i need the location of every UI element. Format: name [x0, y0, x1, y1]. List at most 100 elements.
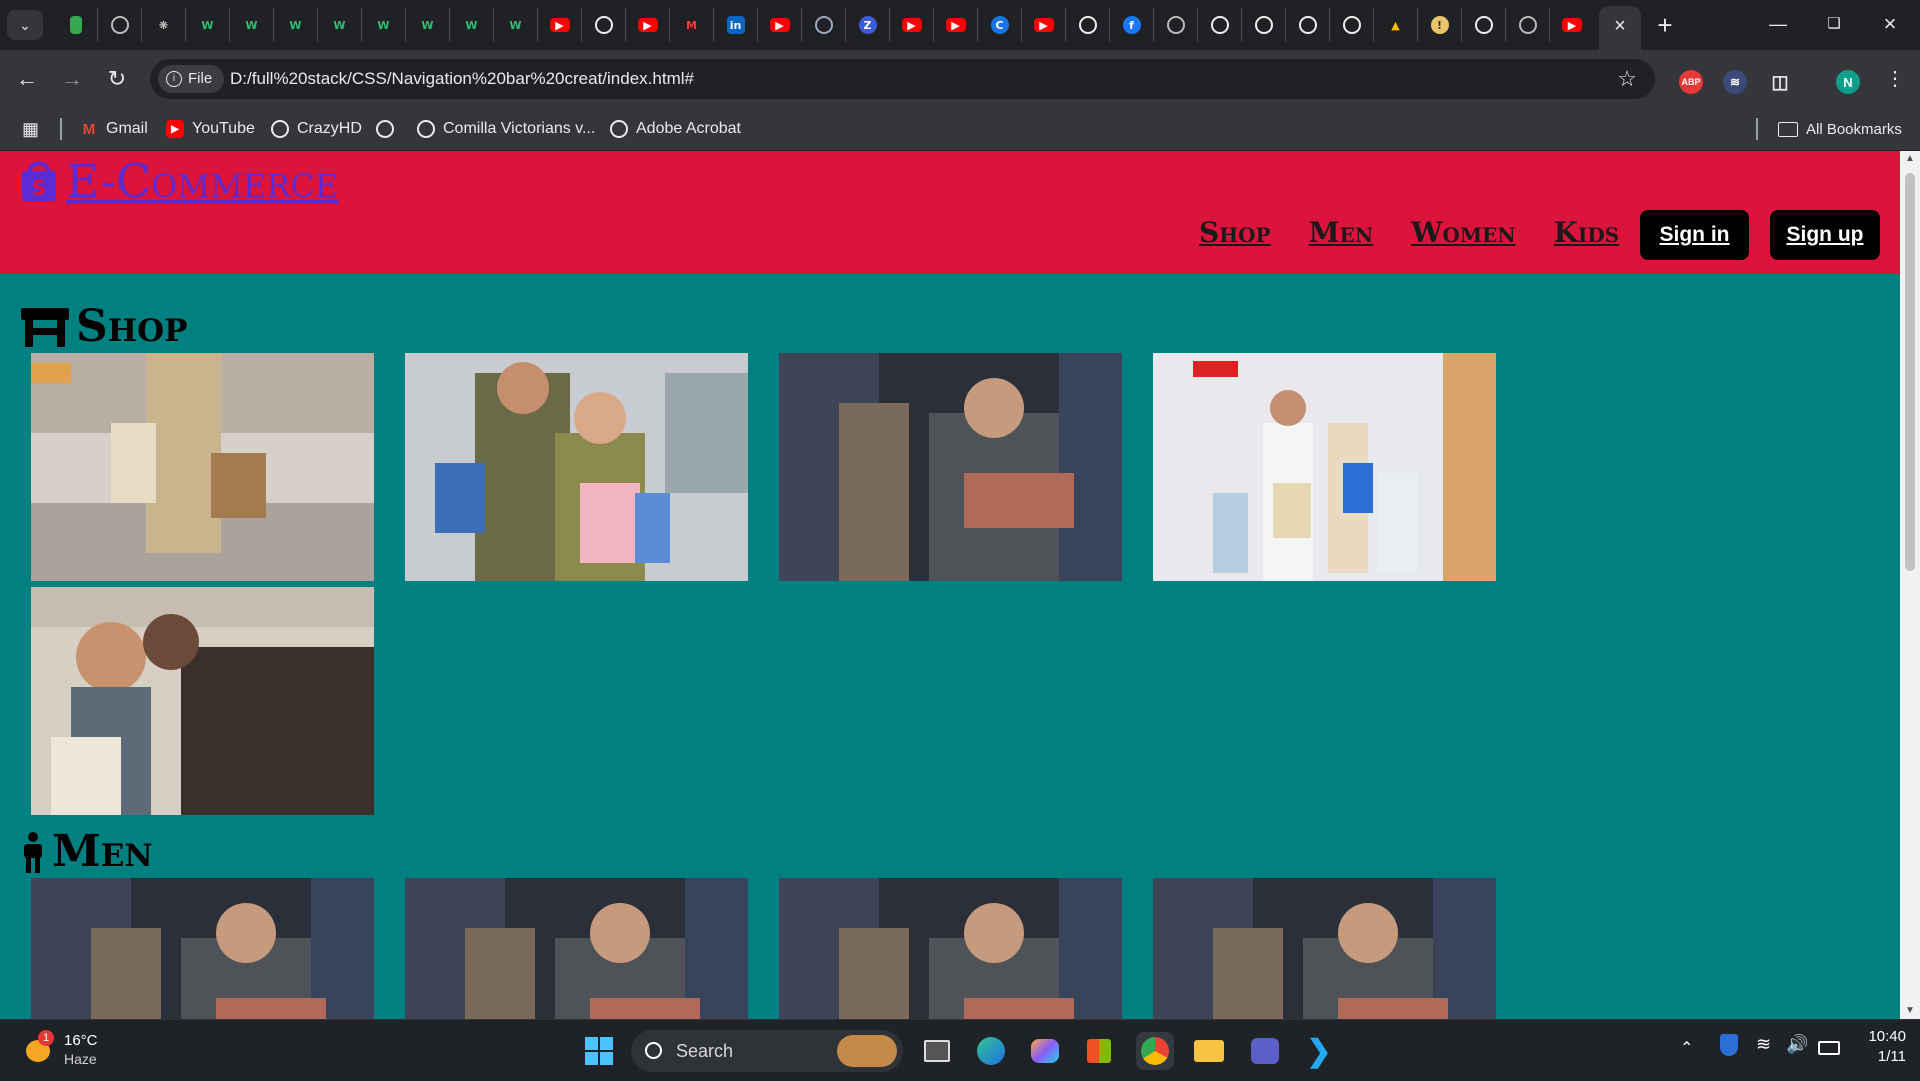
search-icon [645, 1042, 662, 1059]
tab-30[interactable] [1330, 8, 1374, 42]
active-tab-close-button[interactable]: × [1599, 6, 1641, 50]
back-button[interactable]: ← [12, 64, 42, 94]
bookmark-unnamed[interactable] [376, 108, 402, 150]
men-photo-1 [31, 878, 374, 1019]
tab-2[interactable] [98, 8, 142, 42]
close-window-icon[interactable]: × [1862, 0, 1918, 48]
tray-overflow-chevron-icon[interactable]: ⌃ [1680, 1038, 1693, 1058]
tab-19[interactable]: Z [846, 8, 890, 42]
sign-in-button[interactable]: Sign in [1640, 210, 1749, 260]
battery-icon[interactable] [1818, 1041, 1840, 1059]
page-viewport: S E-Commerce Shop Men Women Kids Sign in… [0, 151, 1900, 1019]
tab-1[interactable] [54, 8, 98, 42]
scroll-up-arrow-icon[interactable]: ▲ [1900, 151, 1920, 167]
tab-32[interactable]: ! [1418, 8, 1462, 42]
tab-22[interactable]: C [978, 8, 1022, 42]
tab-16[interactable]: in [714, 8, 758, 42]
wifi-icon[interactable]: ≋ [1756, 1034, 1771, 1055]
tab-14[interactable]: ▶ [626, 8, 670, 42]
copilot-icon[interactable] [1026, 1032, 1064, 1070]
tab-15[interactable]: M [670, 8, 714, 42]
scroll-down-arrow-icon[interactable]: ▼ [1900, 1003, 1920, 1019]
windows-start-icon[interactable] [580, 1032, 618, 1070]
vscode-icon[interactable]: ❯ [1300, 1032, 1338, 1070]
site-info-chip[interactable]: i File [158, 65, 225, 93]
github-icon [1210, 16, 1229, 34]
reload-button[interactable]: ↻ [102, 64, 132, 94]
bookmark-adobe-acrobat[interactable]: Adobe Acrobat [610, 108, 741, 150]
scrollbar-thumb[interactable] [1905, 173, 1915, 571]
bookmark-label: Comilla Victorians v... [443, 120, 596, 137]
extensions-puzzle-icon[interactable]: ◫ [1768, 70, 1792, 94]
adblock-extension-icon[interactable]: ABP [1679, 70, 1703, 94]
tab-search-button[interactable]: ⌄ [7, 10, 43, 40]
tab-33[interactable] [1462, 8, 1506, 42]
profile-avatar[interactable]: N [1836, 70, 1860, 94]
edge-icon[interactable] [972, 1032, 1010, 1070]
bookmark-star-icon[interactable]: ☆ [1617, 59, 1637, 99]
url-text[interactable]: D:/full%20stack/CSS/Navigation%20bar%20c… [230, 59, 694, 99]
tab-35[interactable]: ▶ [1550, 8, 1594, 42]
volume-icon[interactable]: 🔊 [1786, 1034, 1808, 1055]
tab-17[interactable]: ▶ [758, 8, 802, 42]
tab-25[interactable]: f [1110, 8, 1154, 42]
app-icon [814, 16, 833, 34]
tab-26[interactable] [1154, 8, 1198, 42]
teams-icon[interactable] [1246, 1032, 1284, 1070]
tab-12[interactable]: ▶ [538, 8, 582, 42]
sign-up-button[interactable]: Sign up [1770, 210, 1880, 260]
tab-27[interactable] [1198, 8, 1242, 42]
chrome-icon[interactable] [1136, 1032, 1174, 1070]
tab-6[interactable]: W [274, 8, 318, 42]
tab-8[interactable]: W [362, 8, 406, 42]
tab-34[interactable] [1506, 8, 1550, 42]
tab-24[interactable] [1066, 8, 1110, 42]
tab-13[interactable] [582, 8, 626, 42]
file-explorer-icon[interactable] [1190, 1032, 1228, 1070]
tab-21[interactable]: ▶ [934, 8, 978, 42]
globe-icon [417, 120, 435, 138]
taskbar-search[interactable]: Search [631, 1030, 903, 1072]
youtube-icon: ▶ [637, 18, 658, 32]
apps-grid-icon[interactable]: ▦ [22, 108, 39, 150]
bookmark-youtube[interactable]: ▶ YouTube [166, 108, 255, 150]
bookmark-comilla-victorians[interactable]: Comilla Victorians v... [417, 108, 595, 150]
bookmark-crazyhd[interactable]: CrazyHD [271, 108, 362, 150]
store-app-icon[interactable] [1080, 1032, 1118, 1070]
tab-4[interactable]: W [186, 8, 230, 42]
clock[interactable]: 10:40 1/11 [1858, 1028, 1906, 1065]
security-shield-icon[interactable] [1720, 1034, 1738, 1060]
minimize-icon[interactable]: — [1750, 0, 1806, 48]
address-bar[interactable]: i File D:/full%20stack/CSS/Navigation%20… [150, 59, 1655, 99]
restore-icon[interactable]: ❏ [1806, 0, 1862, 48]
tab-5[interactable]: W [230, 8, 274, 42]
site-logo-link[interactable]: S E-Commerce [20, 154, 338, 208]
all-bookmarks-button[interactable]: All Bookmarks [1778, 108, 1902, 150]
clock-time: 10:40 [1868, 1028, 1906, 1045]
page-scrollbar[interactable]: ▲ ▼ [1900, 151, 1920, 1019]
tab-31[interactable]: ▲ [1374, 8, 1418, 42]
tab-28[interactable] [1242, 8, 1286, 42]
forward-button[interactable]: → [57, 64, 87, 94]
weather-widget[interactable]: 1 16°C Haze [22, 1030, 122, 1072]
tab-18[interactable] [802, 8, 846, 42]
tab-20[interactable]: ▶ [890, 8, 934, 42]
nav-link-women[interactable]: Women [1411, 216, 1516, 249]
tab-23[interactable]: ▶ [1022, 8, 1066, 42]
rss-extension-icon[interactable]: ≋ [1723, 70, 1747, 94]
nav-link-men[interactable]: Men [1309, 216, 1374, 249]
nav-link-kids[interactable]: Kids [1554, 216, 1619, 249]
bookmark-gmail[interactable]: M Gmail [80, 108, 148, 150]
tab-3[interactable]: ❋ [142, 8, 186, 42]
gmail-icon: M [82, 120, 96, 138]
tab-7[interactable]: W [318, 8, 362, 42]
tab-29[interactable] [1286, 8, 1330, 42]
tab-10[interactable]: W [450, 8, 494, 42]
shop-photo-women-at-rack [31, 587, 374, 815]
task-view-icon[interactable] [918, 1032, 956, 1070]
browser-menu-icon[interactable]: ⋮ [1880, 64, 1910, 94]
tab-11[interactable]: W [494, 8, 538, 42]
new-tab-button[interactable]: + [1650, 10, 1680, 40]
nav-link-shop[interactable]: Shop [1199, 216, 1271, 249]
tab-9[interactable]: W [406, 8, 450, 42]
